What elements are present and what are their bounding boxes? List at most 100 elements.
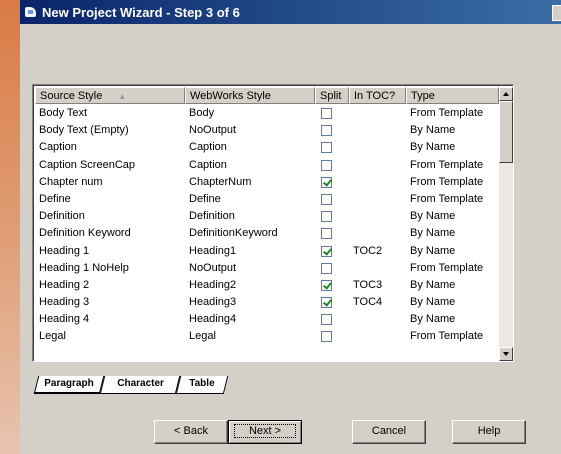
- column-header-type[interactable]: Type: [406, 87, 499, 104]
- in-toc-cell[interactable]: [349, 311, 406, 328]
- table-row[interactable]: Heading 4 Heading4 By Name: [35, 311, 499, 328]
- style-mapping-list[interactable]: Source Style ▲ WebWorks Style Split In TO…: [32, 84, 514, 362]
- in-toc-cell[interactable]: [349, 260, 406, 277]
- type-cell: By Name: [410, 141, 456, 154]
- in-toc-cell[interactable]: [349, 191, 406, 208]
- split-cell: [315, 294, 349, 311]
- webworks-style-cell[interactable]: Define: [185, 191, 315, 208]
- type-cell: From Template: [410, 261, 484, 274]
- scroll-thumb[interactable]: [499, 101, 513, 163]
- source-style-cell: Body Text: [39, 107, 88, 119]
- tab-character[interactable]: Character: [99, 376, 181, 394]
- webworks-style-cell[interactable]: Heading1: [185, 243, 315, 260]
- title-bar[interactable]: New Project Wizard - Step 3 of 6: [20, 0, 561, 24]
- table-row[interactable]: Definition Definition By Name: [35, 208, 499, 225]
- split-checkbox[interactable]: [321, 211, 332, 223]
- sort-ascending-icon: ▲: [118, 92, 127, 101]
- in-toc-cell[interactable]: [349, 225, 406, 242]
- cancel-button[interactable]: Cancel: [352, 420, 426, 444]
- webworks-style-cell[interactable]: NoOutput: [185, 122, 315, 139]
- split-cell: [315, 328, 349, 345]
- in-toc-cell[interactable]: TOC2: [349, 243, 406, 260]
- webworks-style-cell[interactable]: Heading2: [185, 277, 315, 294]
- type-cell: From Template: [410, 175, 484, 188]
- in-toc-cell[interactable]: [349, 122, 406, 139]
- table-row[interactable]: Caption Caption By Name: [35, 139, 499, 156]
- type-cell: By Name: [410, 278, 456, 291]
- table-row[interactable]: Caption ScreenCap Caption From Template: [35, 157, 499, 174]
- table-row[interactable]: Define Define From Template: [35, 191, 499, 208]
- type-cell: From Template: [410, 192, 484, 205]
- split-checkbox[interactable]: [321, 245, 332, 257]
- split-cell: [315, 191, 349, 208]
- webworks-style-cell[interactable]: NoOutput: [185, 260, 315, 277]
- in-toc-cell[interactable]: [349, 139, 406, 156]
- next-button[interactable]: Next >: [228, 420, 302, 444]
- tab-paragraph[interactable]: Paragraph: [33, 376, 105, 394]
- help-button[interactable]: Help: [452, 420, 526, 444]
- scroll-down-icon[interactable]: [499, 347, 513, 361]
- split-checkbox[interactable]: [321, 125, 332, 137]
- webworks-style-cell[interactable]: Heading4: [185, 311, 315, 328]
- split-checkbox[interactable]: [321, 331, 332, 343]
- split-checkbox[interactable]: [321, 142, 332, 154]
- webworks-style-cell[interactable]: Body: [185, 105, 315, 122]
- source-style-cell: Heading 3: [39, 296, 90, 309]
- table-row[interactable]: Body Text Body From Template: [35, 105, 499, 122]
- tab-table[interactable]: Table: [175, 376, 229, 394]
- list-header: Source Style ▲ WebWorks Style Split In TO…: [35, 87, 499, 104]
- back-button[interactable]: < Back: [154, 420, 228, 444]
- source-style-cell: Caption ScreenCap: [39, 158, 136, 171]
- table-row[interactable]: Chapter num ChapterNum From Template: [35, 174, 499, 191]
- column-header-in-toc[interactable]: In TOC?: [349, 87, 406, 104]
- in-toc-cell[interactable]: TOC4: [349, 294, 406, 311]
- type-cell: By Name: [410, 296, 456, 309]
- in-toc-cell[interactable]: [349, 328, 406, 345]
- source-style-cell: Definition Keyword: [39, 227, 131, 240]
- type-cell: By Name: [410, 227, 456, 240]
- in-toc-cell[interactable]: TOC3: [349, 277, 406, 294]
- in-toc-cell[interactable]: [349, 174, 406, 191]
- split-checkbox[interactable]: [321, 159, 332, 171]
- in-toc-cell[interactable]: [349, 157, 406, 174]
- webworks-style-cell[interactable]: Definition: [185, 208, 315, 225]
- webworks-style-cell[interactable]: DefinitionKeyword: [185, 225, 315, 242]
- split-cell: [315, 243, 349, 260]
- column-header-webworks-style[interactable]: WebWorks Style: [185, 87, 315, 104]
- in-toc-cell[interactable]: [349, 105, 406, 122]
- webworks-style-cell[interactable]: Caption: [185, 139, 315, 156]
- table-row[interactable]: Heading 3 Heading3 TOC4 By Name: [35, 294, 499, 311]
- window-title: New Project Wizard - Step 3 of 6: [42, 4, 240, 20]
- title-bar-button[interactable]: [552, 5, 561, 21]
- split-checkbox[interactable]: [321, 176, 332, 188]
- table-row[interactable]: Heading 2 Heading2 TOC3 By Name: [35, 277, 499, 294]
- split-checkbox[interactable]: [321, 314, 332, 326]
- split-cell: [315, 311, 349, 328]
- webworks-style-cell[interactable]: ChapterNum: [185, 174, 315, 191]
- column-header-split[interactable]: Split: [315, 87, 349, 104]
- webworks-style-cell[interactable]: Caption: [185, 157, 315, 174]
- source-style-cell: Heading 1 NoHelp: [39, 261, 129, 274]
- webworks-style-cell[interactable]: Legal: [185, 328, 315, 345]
- table-row[interactable]: Body Text (Empty) NoOutput By Name: [35, 122, 499, 139]
- vertical-scrollbar[interactable]: [499, 87, 513, 361]
- type-cell: From Template: [410, 107, 484, 119]
- column-header-source-style[interactable]: Source Style ▲: [35, 87, 185, 104]
- split-checkbox[interactable]: [321, 228, 332, 240]
- split-checkbox[interactable]: [321, 193, 332, 205]
- split-cell: [315, 157, 349, 174]
- table-row[interactable]: Heading 1 Heading1 TOC2 By Name: [35, 243, 499, 260]
- source-style-cell: Define: [39, 192, 71, 205]
- split-checkbox[interactable]: [321, 279, 332, 291]
- table-row[interactable]: Heading 1 NoHelp NoOutput From Template: [35, 260, 499, 277]
- webworks-style-cell[interactable]: Heading3: [185, 294, 315, 311]
- type-cell: By Name: [410, 124, 456, 137]
- split-checkbox[interactable]: [321, 262, 332, 274]
- split-checkbox[interactable]: [321, 297, 332, 309]
- table-row[interactable]: Legal Legal From Template: [35, 328, 499, 345]
- split-checkbox[interactable]: [321, 108, 332, 119]
- scroll-up-icon[interactable]: [499, 87, 513, 101]
- table-row[interactable]: Definition Keyword DefinitionKeyword By Na…: [35, 225, 499, 242]
- split-cell: [315, 122, 349, 139]
- in-toc-cell[interactable]: [349, 208, 406, 225]
